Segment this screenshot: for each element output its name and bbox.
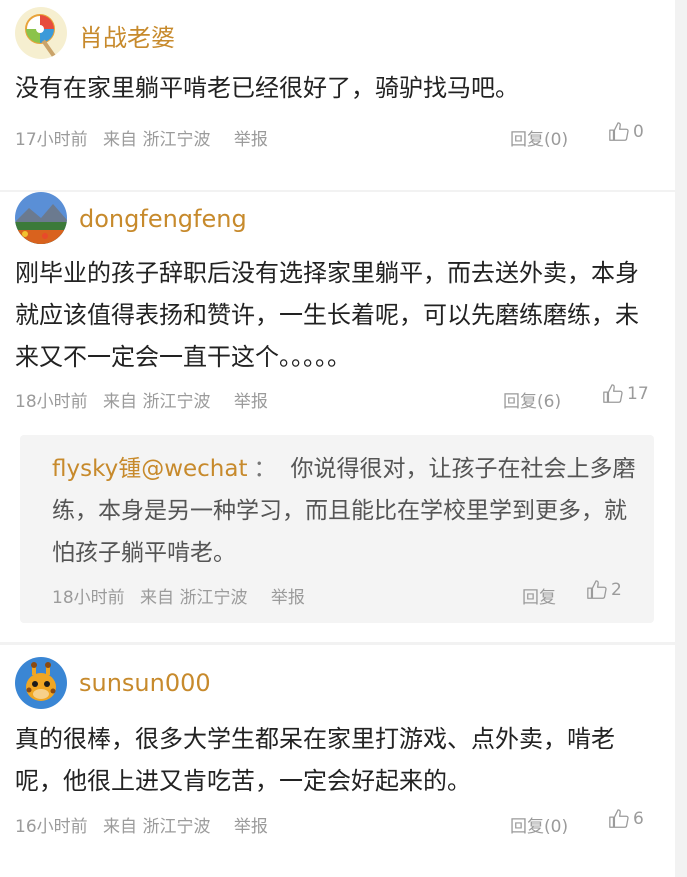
thumbs-up-icon xyxy=(603,384,623,403)
landscape-avatar-icon xyxy=(15,192,67,244)
avatar[interactable] xyxy=(15,7,67,59)
lollipop-avatar-icon xyxy=(15,7,67,59)
quoted-report-button[interactable]: 举报 xyxy=(271,588,305,608)
quoted-reply-username[interactable]: flysky锺@wechat xyxy=(52,456,248,482)
comment-text: 刚毕业的孩子辞职后没有选择家里躺平，而去送外卖，本身就应该值得表扬和赞许，一生长… xyxy=(15,259,639,371)
like-count: 6 xyxy=(633,809,644,829)
comment-location: 来自 浙江宁波 xyxy=(103,130,211,150)
comment-location: 来自 浙江宁波 xyxy=(103,392,211,412)
thumbs-up-icon xyxy=(587,580,607,599)
comment-meta: 17小时前 来自 浙江宁波 举报 xyxy=(15,125,278,150)
quoted-reply-text: flysky锺@wechat：你说得很对，让孩子在社会上多磨练，本身是另一种学习… xyxy=(52,448,642,574)
like-button[interactable]: 17 xyxy=(602,383,649,405)
comment-card: dongfengfeng 刚毕业的孩子辞职后没有选择家里躺平，而去送外卖，本身就… xyxy=(0,192,675,642)
comment-meta: 16小时前 来自 浙江宁波 举报 xyxy=(15,812,278,837)
report-button[interactable]: 举报 xyxy=(234,130,268,150)
like-count: 0 xyxy=(633,122,644,142)
quoted-reply-location: 来自 浙江宁波 xyxy=(140,588,248,608)
report-button[interactable]: 举报 xyxy=(234,817,268,837)
comment-card: sunsun000 真的很棒，很多大学生都呆在家里打游戏、点外卖，啃老呢，他很上… xyxy=(0,645,675,877)
comment-username[interactable]: dongfengfeng xyxy=(79,205,247,233)
comment-meta: 18小时前 来自 浙江宁波 举报 xyxy=(15,387,278,412)
comment-time: 18小时前 xyxy=(15,392,88,412)
quoted-reply: flysky锺@wechat：你说得很对，让孩子在社会上多磨练，本身是另一种学习… xyxy=(20,435,654,623)
like-count: 17 xyxy=(627,384,649,404)
reply-button[interactable]: 回复(0) xyxy=(510,125,568,150)
like-button[interactable]: 6 xyxy=(608,808,644,830)
reply-button[interactable]: 回复(0) xyxy=(510,812,568,837)
quoted-like-count: 2 xyxy=(611,580,622,600)
comment-username[interactable]: 肖战老婆 xyxy=(79,18,175,53)
quoted-like-button[interactable]: 2 xyxy=(586,579,622,601)
quoted-reply-meta: 18小时前 来自 浙江宁波 举报 xyxy=(52,583,315,608)
thumbs-up-icon xyxy=(609,122,629,141)
avatar[interactable] xyxy=(15,192,67,244)
reply-button[interactable]: 回复(6) xyxy=(503,387,561,412)
thumbs-up-icon xyxy=(609,809,629,828)
comment-username[interactable]: sunsun000 xyxy=(79,669,211,697)
comment-card: 肖战老婆 没有在家里躺平啃老已经很好了，骑驴找马吧。 17小时前 来自 浙江宁波… xyxy=(0,0,675,190)
like-button[interactable]: 0 xyxy=(608,121,644,143)
quoted-reply-time: 18小时前 xyxy=(52,588,125,608)
report-button[interactable]: 举报 xyxy=(234,392,268,412)
quoted-reply-button[interactable]: 回复 xyxy=(522,583,556,608)
comment-text: 真的很棒，很多大学生都呆在家里打游戏、点外卖，啃老呢，他很上进又肯吃苦，一定会好… xyxy=(15,725,615,795)
comment-text: 没有在家里躺平啃老已经很好了，骑驴找马吧。 xyxy=(15,74,519,102)
comment-time: 16小时前 xyxy=(15,817,88,837)
quoted-reply-separator: ： xyxy=(253,456,277,482)
giraffe-avatar-icon xyxy=(15,657,67,709)
comment-location: 来自 浙江宁波 xyxy=(103,817,211,837)
avatar[interactable] xyxy=(15,657,67,709)
comment-time: 17小时前 xyxy=(15,130,88,150)
